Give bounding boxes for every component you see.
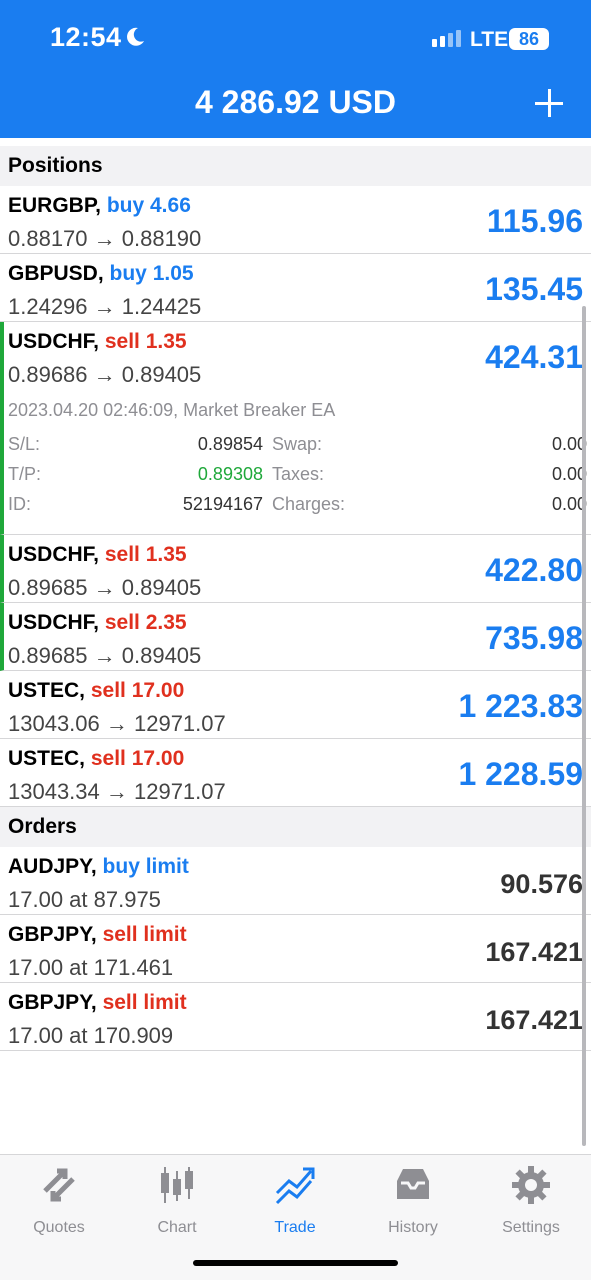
- order-type: sell limit: [102, 923, 187, 946]
- position-profit: 115.96: [486, 203, 583, 239]
- charges-label: Charges:: [272, 494, 346, 514]
- network-label: LTE: [470, 28, 509, 51]
- position-side: sell 1.35: [104, 543, 187, 566]
- position-prices: 0.89685 → 0.89405: [8, 643, 202, 668]
- scrollbar[interactable]: [582, 306, 586, 1146]
- gear-icon: [512, 1166, 550, 1204]
- order-row[interactable]: GBPJPY, sell limit 17.00 at 170.909 167.…: [0, 983, 591, 1051]
- symbol: USDCHF,: [8, 611, 100, 634]
- position-side: sell 1.35: [104, 330, 187, 353]
- position-side: buy 4.66: [106, 194, 191, 217]
- tab-label: Trade: [274, 1219, 316, 1236]
- order-detail: 17.00 at 87.975: [8, 887, 161, 912]
- tab-label: History: [388, 1219, 438, 1236]
- history-icon: [397, 1169, 429, 1199]
- id-label: ID:: [8, 494, 32, 514]
- position-row[interactable]: USTEC, sell 17.00 13043.06 → 12971.07 1 …: [0, 671, 591, 739]
- tab-chart[interactable]: Chart: [118, 1165, 236, 1245]
- moon-icon: [127, 27, 144, 46]
- symbol: GBPJPY,: [8, 991, 97, 1014]
- position-prices: 0.88170 → 0.88190: [8, 226, 202, 251]
- position-profit: 424.31: [485, 339, 583, 375]
- chart-icon: [161, 1167, 193, 1203]
- tab-trade[interactable]: Trade: [236, 1165, 354, 1245]
- orders-header: Orders: [0, 807, 591, 847]
- position-prices: 13043.06 → 12971.07: [8, 711, 226, 736]
- position-side: sell 2.35: [104, 611, 187, 634]
- position-side: sell 17.00: [90, 747, 185, 770]
- position-prices: 1.24296 → 1.24425: [8, 294, 202, 319]
- tab-history[interactable]: History: [354, 1165, 472, 1245]
- position-side: sell 17.00: [90, 679, 185, 702]
- symbol: GBPJPY,: [8, 923, 97, 946]
- position-row[interactable]: USDCHF, sell 2.35 0.89685 → 0.89405 735.…: [0, 603, 591, 671]
- tab-label: Chart: [157, 1219, 197, 1236]
- battery-icon: 86: [509, 28, 549, 50]
- signal-icon: [432, 30, 461, 47]
- tab-quotes[interactable]: Quotes: [0, 1165, 118, 1245]
- position-row[interactable]: USDCHF, sell 1.35 0.89685 → 0.89405 422.…: [0, 535, 591, 603]
- position-prices: 13043.34 → 12971.07: [8, 779, 226, 804]
- symbol: USTEC,: [8, 679, 86, 702]
- position-profit: 735.98: [485, 620, 583, 656]
- taxes-label: Taxes:: [272, 464, 325, 484]
- position-row[interactable]: EURGBP, buy 4.66 0.88170 → 0.88190 115.9…: [0, 186, 591, 254]
- position-prices: 0.89685 → 0.89405: [8, 575, 202, 600]
- symbol: EURGBP,: [8, 194, 101, 217]
- sl-value: 0.89854: [197, 434, 263, 454]
- order-row[interactable]: AUDJPY, buy limit 17.00 at 87.975 90.576: [0, 847, 591, 915]
- positions-header: Positions: [0, 146, 591, 186]
- status-time: 12:54: [50, 22, 122, 52]
- position-row[interactable]: GBPUSD, buy 1.05 1.24296 → 1.24425 135.4…: [0, 254, 591, 322]
- top-bar: 12:54 LTE 86 4 286.92 USD: [0, 0, 591, 138]
- position-prices: 0.89686 → 0.89405: [8, 362, 202, 387]
- trade-icon: [275, 1167, 315, 1205]
- order-detail: 17.00 at 171.461: [8, 955, 174, 980]
- order-type: sell limit: [102, 991, 187, 1014]
- symbol: USDCHF,: [8, 543, 100, 566]
- position-row[interactable]: USTEC, sell 17.00 13043.34 → 12971.07 1 …: [0, 739, 591, 807]
- position-profit: 422.80: [485, 552, 583, 588]
- symbol: USTEC,: [8, 747, 86, 770]
- add-order-button[interactable]: [530, 82, 570, 126]
- swap-label: Swap:: [272, 434, 323, 454]
- position-profit: 1 228.59: [458, 756, 583, 792]
- position-side: buy 1.05: [109, 262, 194, 285]
- order-current-price: 167.421: [485, 1005, 583, 1035]
- order-detail: 17.00 at 170.909: [8, 1023, 174, 1048]
- tab-settings[interactable]: Settings: [472, 1165, 590, 1245]
- symbol: AUDJPY,: [8, 855, 97, 878]
- home-indicator: [193, 1260, 398, 1266]
- tp-label: T/P:: [8, 464, 42, 484]
- position-row-expanded[interactable]: USDCHF, sell 1.35 0.89686 → 0.89405 424.…: [0, 322, 591, 535]
- order-current-price: 167.421: [485, 937, 583, 967]
- account-balance: 4 286.92 USD: [194, 84, 396, 120]
- position-profit: 135.45: [485, 271, 583, 307]
- tp-value: 0.89308: [197, 464, 263, 484]
- symbol: GBPUSD,: [8, 262, 104, 285]
- position-profit: 1 223.83: [458, 688, 583, 724]
- quotes-icon: [43, 1168, 75, 1202]
- open-time: 2023.04.20 02:46:09, Market Breaker EA: [8, 400, 336, 420]
- tab-label: Settings: [502, 1219, 560, 1236]
- order-type: buy limit: [102, 855, 189, 878]
- id-value: 52194167: [182, 494, 263, 514]
- tab-label: Quotes: [33, 1219, 85, 1236]
- sl-label: S/L:: [8, 434, 41, 454]
- order-current-price: 90.576: [500, 869, 583, 899]
- symbol: USDCHF,: [8, 330, 100, 353]
- order-row[interactable]: GBPJPY, sell limit 17.00 at 171.461 167.…: [0, 915, 591, 983]
